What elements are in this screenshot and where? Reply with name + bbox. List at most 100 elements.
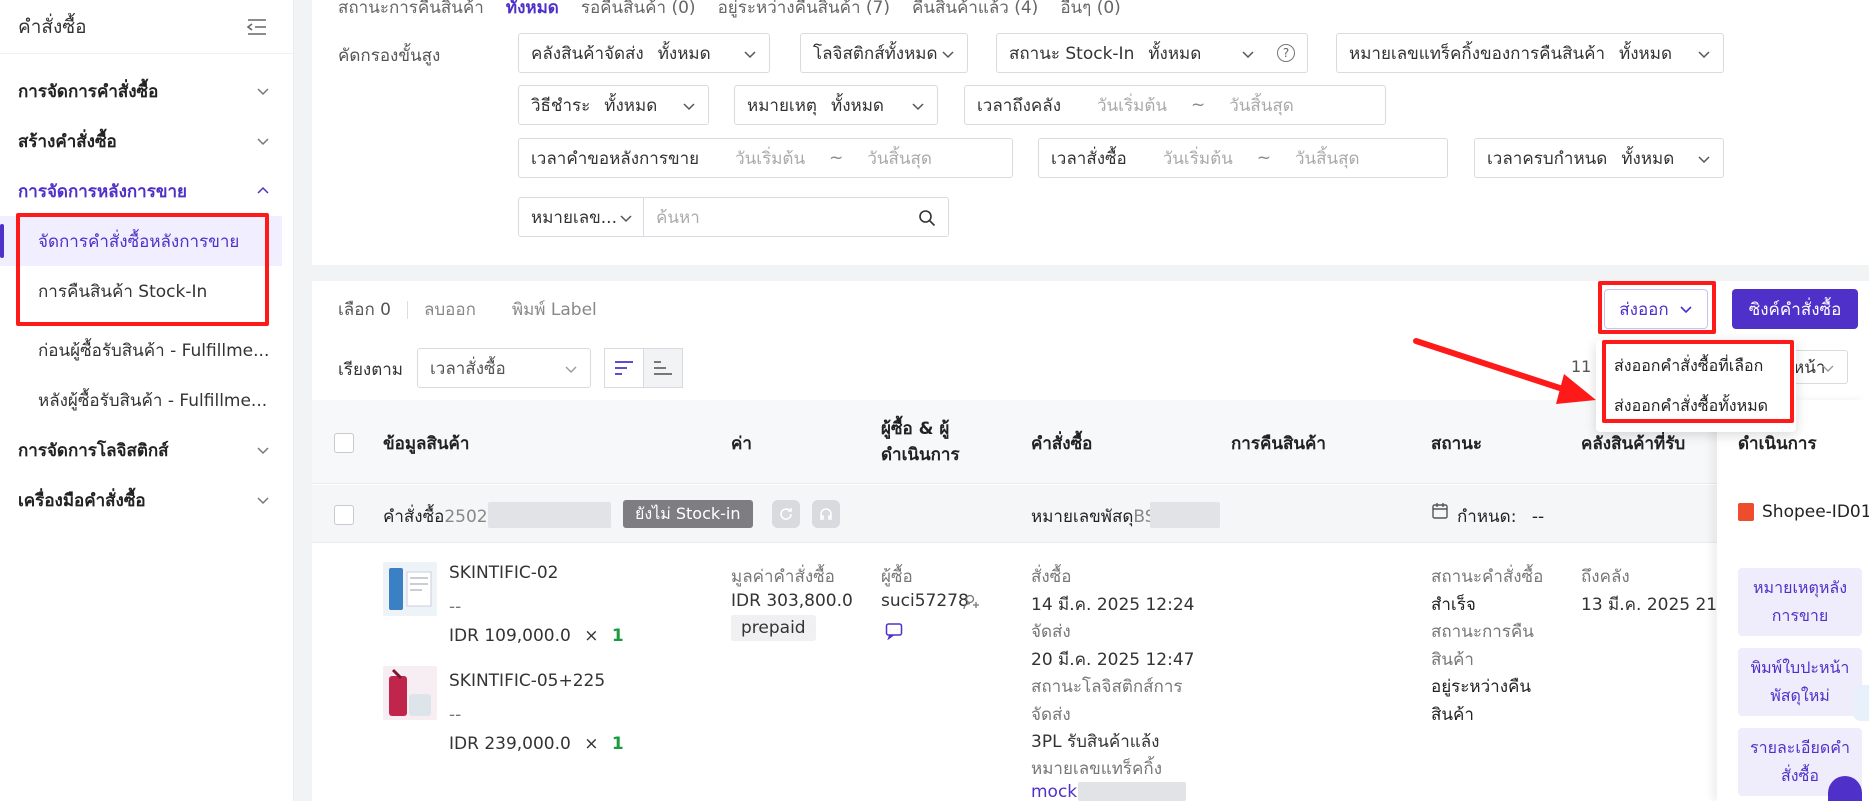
sidebar-group-order-tools[interactable]: เครื่องมือคำสั่งซื้อ xyxy=(0,475,294,525)
warehouse-arrival-label: ถึงคลัง xyxy=(1581,567,1630,587)
field-value: เวลาสั่งซื้อ xyxy=(430,358,506,379)
customer-service-icon[interactable] xyxy=(812,500,840,528)
remark-select[interactable]: หมายเหตุ ทั้งหมด xyxy=(734,85,938,125)
return-tracking-select[interactable]: หมายเลขแทร็คกิ้งของการคืนสินค้า ทั้งหมด xyxy=(1336,33,1724,73)
chevron-down-icon xyxy=(942,51,954,59)
chevron-down-icon xyxy=(257,497,269,505)
chevron-down-icon xyxy=(683,103,695,111)
tab-returning[interactable]: อยู่ระหว่างคืนสินค้า (7) xyxy=(718,0,890,21)
field-label: หมายเลขแทร็คกิ้งของการคืนสินค้า xyxy=(1349,43,1606,64)
chevron-down-icon xyxy=(257,138,269,146)
order-number-prefix: คำสั่งซื้อ xyxy=(383,507,445,527)
sidebar-group-order-management[interactable]: การจัดการคำสั่งซื้อ xyxy=(0,66,294,116)
sidebar-item-label: การคืนสินค้า Stock-In xyxy=(38,281,208,302)
search-icon[interactable] xyxy=(918,209,936,227)
select-all-checkbox[interactable] xyxy=(334,433,354,453)
sort-desc-icon xyxy=(615,361,633,375)
shop-label: Shopee-ID01 xyxy=(1762,502,1869,522)
tracking-label: หมายเลขแทร็คกิ้ง xyxy=(1031,759,1163,779)
column-header: คำสั่งซื้อ xyxy=(1031,434,1093,454)
sort-field-select[interactable]: เวลาสั่งซื้อ xyxy=(417,348,591,388)
times-sign: × xyxy=(584,626,599,646)
times-sign: × xyxy=(584,734,599,754)
tab-all[interactable]: ทั้งหมด xyxy=(506,0,559,21)
order-checkbox[interactable] xyxy=(334,505,354,525)
order-value-amount: IDR 303,800.0 xyxy=(731,591,853,611)
chevron-down-icon xyxy=(1698,51,1710,59)
export-selected-orders-item[interactable]: ส่งออกคำสั่งซื้อที่เลือก xyxy=(1596,346,1796,386)
action-label: พิมพ์ใบปะหน้า xyxy=(1750,658,1850,677)
sidebar-item-return-stock-in[interactable]: การคืนสินค้า Stock-In xyxy=(0,266,282,316)
sidebar-item-after-receive-fulfillment[interactable]: หลังผู้ซื้อรับสินค้า - Fulfillme... xyxy=(0,375,282,425)
export-all-orders-item[interactable]: ส่งออกคำสั่งซื้อทั้งหมด xyxy=(1596,386,1796,426)
reprint-label-button[interactable]: พิมพ์ใบปะหน้า พัสดุใหม่ xyxy=(1738,648,1862,716)
floating-tab[interactable] xyxy=(1853,685,1869,721)
logistics-select[interactable]: โลจิสติกส์ทั้งหมด xyxy=(800,33,968,73)
action-label: รายละเอียดคำ xyxy=(1750,738,1850,757)
tab-pending-return[interactable]: รอคืนสินค้า (0) xyxy=(581,0,696,21)
after-sales-note-button[interactable]: หมายเหตุหลัง การขาย xyxy=(1738,568,1862,636)
search-input[interactable]: ค้นหา xyxy=(643,197,949,237)
sync-orders-button[interactable]: ซิงค์คำสั่งซื้อ xyxy=(1732,289,1858,329)
sidebar-item-after-sales-orders[interactable]: จัดการคำสั่งซื้อหลังการขาย xyxy=(0,216,282,266)
field-label: วิธีชำระ xyxy=(531,95,591,116)
arrival-time-range[interactable]: เวลาถึงคลัง วันเริ่มต้น ~ วันสิ้นสุด xyxy=(964,85,1386,125)
sort-label: เรียงตาม xyxy=(338,360,403,380)
order-number: คำสั่งซื้อ25022 xyxy=(383,503,498,530)
action-label: การขาย xyxy=(1771,606,1829,625)
headset-glyph xyxy=(820,508,832,520)
column-header: สถานะ xyxy=(1431,434,1482,454)
order-time-range[interactable]: เวลาสั่งซื้อ วันเริ่มต้น ~ วันสิ้นสุด xyxy=(1038,138,1448,178)
due-time-select[interactable]: เวลาครบกำหนด ทั้งหมด xyxy=(1474,138,1724,178)
order-status-value: สำเร็จ xyxy=(1431,595,1476,615)
sidebar-group-create-order[interactable]: สร้างคำสั่งซื้อ xyxy=(0,116,294,166)
after-sales-time-range[interactable]: เวลาคำขอหลังการขาย วันเริ่มต้น ~ วันสิ้น… xyxy=(518,138,1013,178)
logistics-status-value: 3PL รับสินค้าแล้ง xyxy=(1031,732,1160,752)
delete-button[interactable]: ลบออก xyxy=(424,296,476,323)
user-icon[interactable] xyxy=(962,593,980,611)
due-value: -- xyxy=(1531,507,1545,527)
chat-icon[interactable] xyxy=(885,622,903,640)
chevron-down-icon xyxy=(257,447,269,455)
bulk-actions: เลือก 0 ลบออก พิมพ์ Label xyxy=(338,296,597,323)
shop-name: Shopee-ID01 xyxy=(1738,502,1869,522)
return-status-label: สถานะการคืน xyxy=(1431,622,1534,642)
sidebar-group-label: การจัดการหลังการขาย xyxy=(18,181,187,202)
start-date-placeholder: วันเริ่มต้น xyxy=(1097,95,1167,116)
print-label-button[interactable]: พิมพ์ Label xyxy=(512,296,597,323)
end-date-placeholder: วันสิ้นสุด xyxy=(1294,148,1360,169)
product-thumbnail xyxy=(383,562,437,616)
payment-method-select[interactable]: วิธีชำระ ทั้งหมด xyxy=(518,85,709,125)
field-label: โลจิสติกส์ทั้งหมด xyxy=(813,43,938,64)
export-button[interactable]: ส่งออก xyxy=(1604,289,1708,329)
field-label: สถานะ Stock-In xyxy=(1009,43,1135,64)
field-value: ทั้งหมด xyxy=(1621,148,1675,169)
help-icon[interactable]: ? xyxy=(1277,44,1295,62)
sidebar-group-logistics[interactable]: การจัดการโลจิสติกส์ xyxy=(0,425,294,475)
price-value: IDR 239,000.0 xyxy=(449,734,571,754)
sort-ascending-button[interactable] xyxy=(643,348,683,388)
search-type-select[interactable]: หมายเลข... xyxy=(518,197,644,237)
tab-other[interactable]: อื่นๆ (0) xyxy=(1060,0,1120,21)
refresh-icon[interactable] xyxy=(772,500,800,528)
stock-in-status-select[interactable]: สถานะ Stock-In ทั้งหมด ? xyxy=(996,33,1308,73)
end-date-placeholder: วันสิ้นสุด xyxy=(867,148,932,169)
start-date-placeholder: วันเริ่มต้น xyxy=(1162,148,1233,169)
due-label: กำหนด: xyxy=(1457,507,1517,527)
sort-descending-button[interactable] xyxy=(604,348,644,388)
advanced-filter-label: คัดกรองขั้นสูง xyxy=(338,46,441,66)
collapse-menu-icon[interactable] xyxy=(247,18,267,36)
warehouse-select[interactable]: คลังสินค้าจัดส่ง ทั้งหมด xyxy=(518,33,770,73)
redacted-area xyxy=(1150,502,1220,528)
shipped-time: 20 มี.ค. 2025 12:47 xyxy=(1031,650,1195,670)
sidebar-item-before-receive-fulfillment[interactable]: ก่อนผู้ซื้อรับสินค้า - Fulfillme... xyxy=(0,325,282,375)
sidebar-group-after-sales[interactable]: การจัดการหลังการขาย xyxy=(0,166,294,216)
sidebar-group-label: การจัดการคำสั่งซื้อ xyxy=(18,81,159,102)
due-date: กำหนด: -- xyxy=(1457,503,1544,530)
product-variant: -- xyxy=(449,597,462,617)
tracking-link[interactable]: mock xyxy=(1031,782,1077,801)
tab-returned[interactable]: คืนสินค้าแล้ว (4) xyxy=(912,0,1038,21)
sidebar: คำสั่งซื้อ การจัดการคำสั่งซื้อ สร้างคำสั… xyxy=(0,0,294,801)
return-status-value: สินค้า xyxy=(1431,705,1474,725)
chevron-down-icon xyxy=(1822,365,1834,372)
